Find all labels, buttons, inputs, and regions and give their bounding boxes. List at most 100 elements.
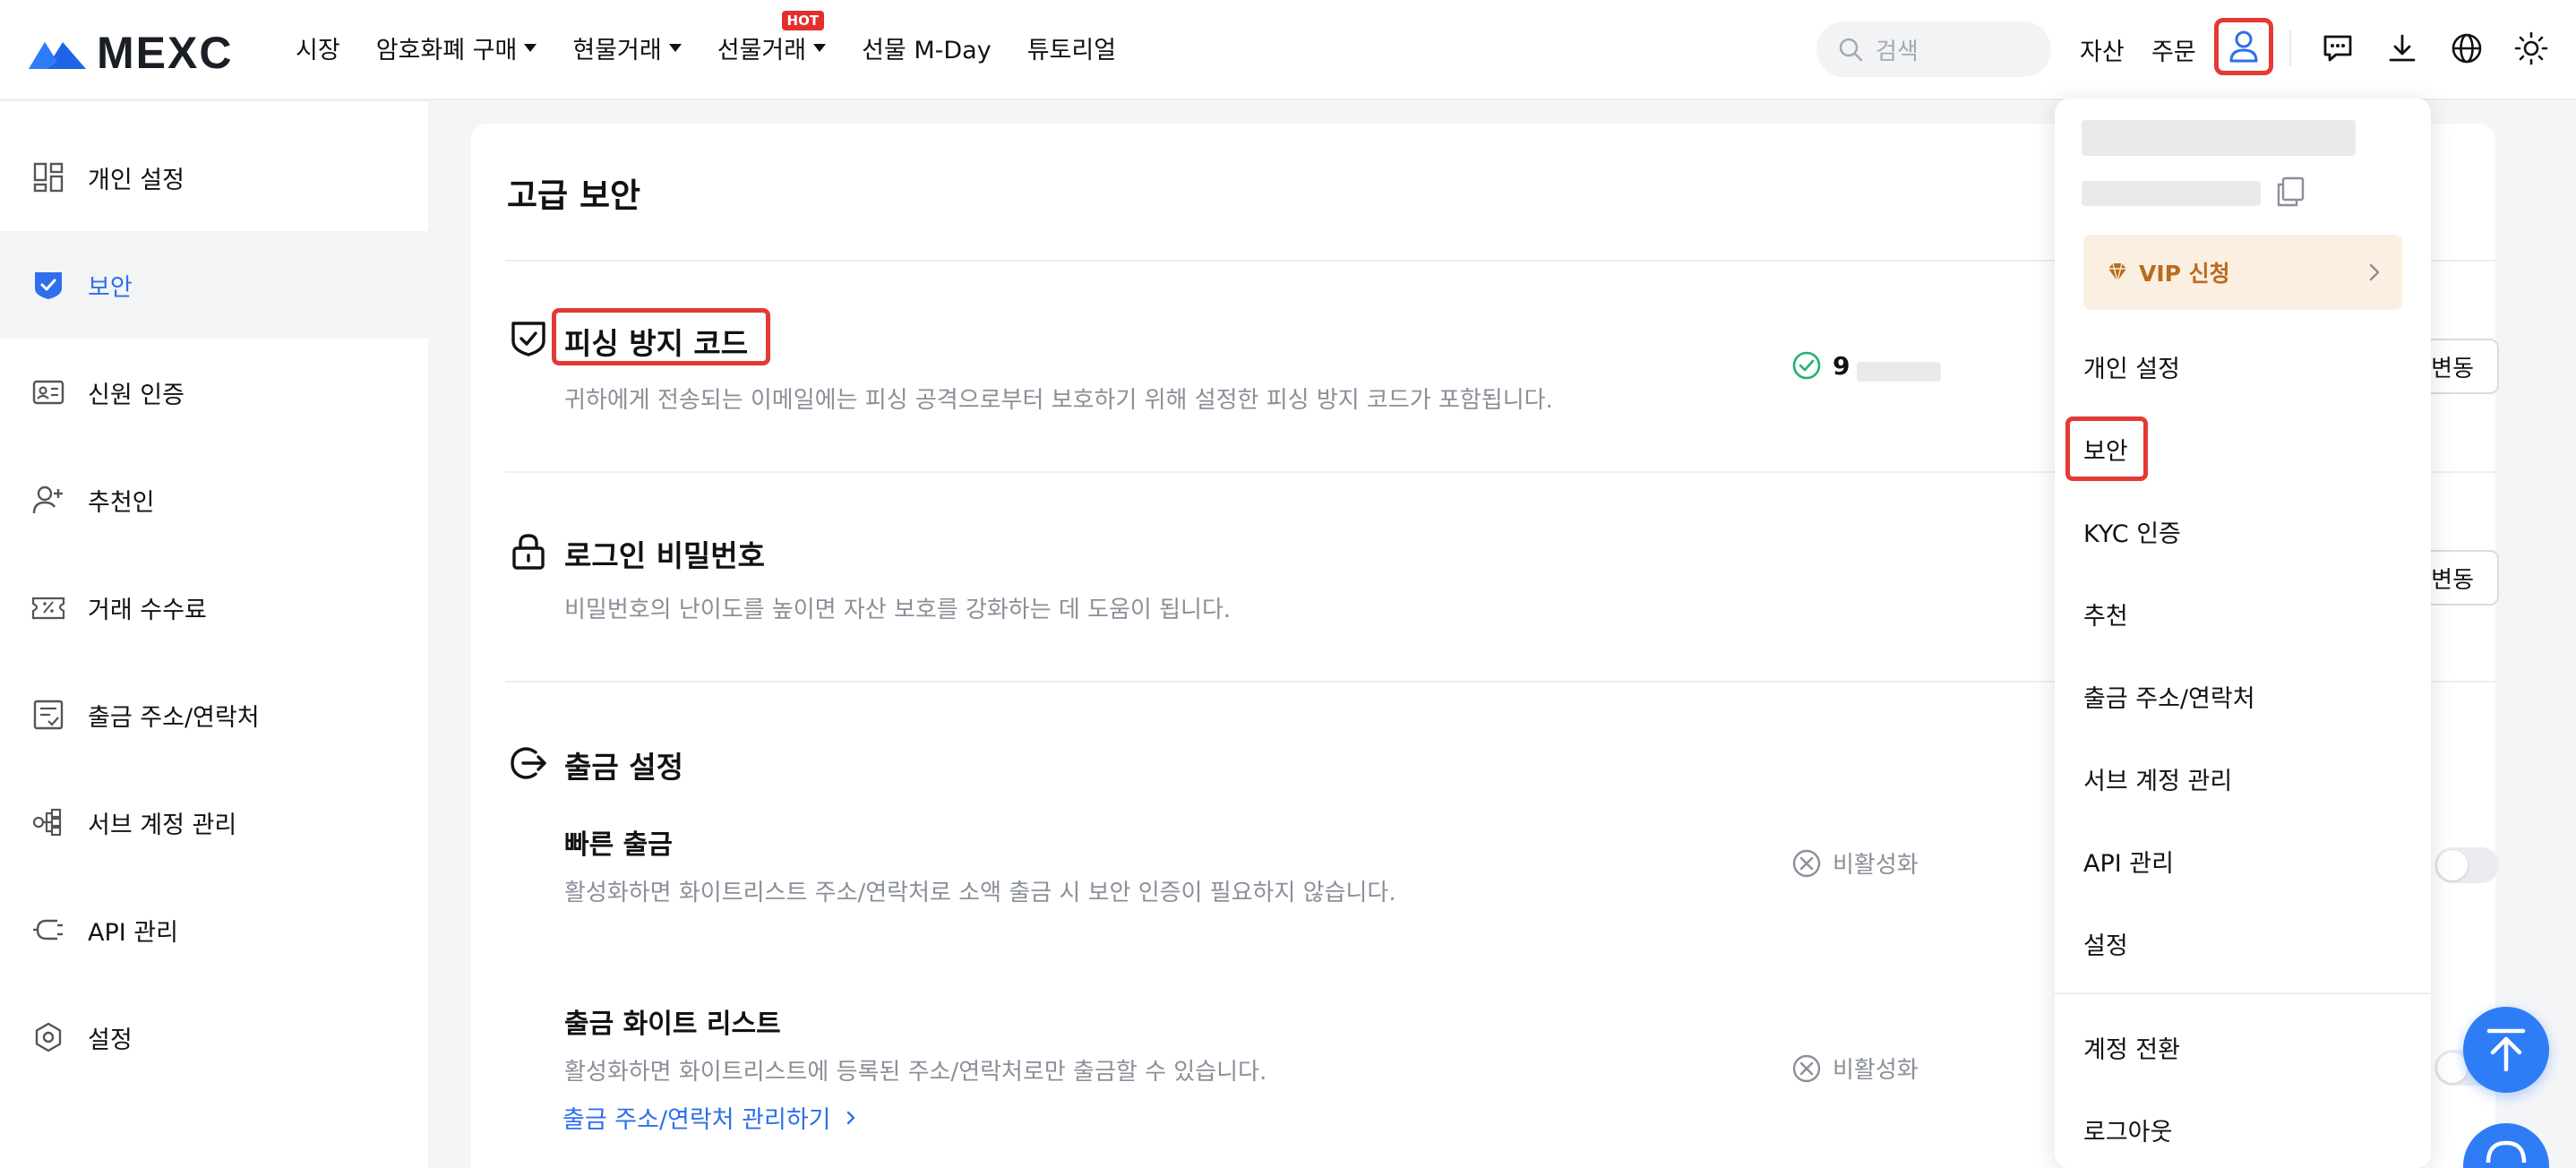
menu-security-highlight — [2065, 417, 2148, 481]
nav-market[interactable]: 시장 — [296, 30, 340, 65]
sidebar-item-label: 보안 — [88, 273, 133, 302]
phishing-code-value: 9 — [1833, 350, 1850, 381]
menu-item-withdrawal-address[interactable]: 출금 주소/연락처 — [2083, 679, 2255, 714]
sidebar-item-withdrawal-address[interactable]: 출금 주소/연락처 — [0, 661, 428, 769]
customer-support-button[interactable] — [2463, 1123, 2549, 1168]
fast-withdrawal-title: 빠른 출금 — [564, 829, 673, 861]
chevron-down-icon — [524, 44, 537, 52]
user-icon — [2229, 30, 2258, 63]
phishing-code-status: 9 — [1791, 349, 1942, 382]
fast-withdrawal-desc: 활성화하면 화이트리스트 주소/연락처로 소액 출금 시 보안 인증이 필요하지… — [564, 880, 1396, 906]
sub-account-icon — [30, 804, 66, 840]
diamond-icon — [2108, 262, 2126, 282]
chat-icon — [2323, 35, 2352, 62]
x-circle-icon — [1792, 849, 1821, 877]
withdrawal-whitelist-title: 출금 화이트 리스트 — [564, 1009, 781, 1040]
sidebar-item-label: 추천인 — [88, 488, 155, 517]
sidebar-item-label: 거래 수수료 — [88, 596, 207, 624]
sidebar-item-api-management[interactable]: API 관리 — [0, 876, 428, 983]
nav-futures-mday[interactable]: 선물 M-Day — [862, 30, 992, 65]
menu-item-referral[interactable]: 추천 — [2083, 597, 2128, 631]
manage-addresses-link-label: 출금 주소/연락처 관리하기 — [562, 1106, 831, 1134]
chevron-right-icon — [846, 1111, 854, 1124]
sidebar-item-security[interactable]: 보안 — [0, 231, 428, 339]
scroll-to-top-button[interactable] — [2463, 1007, 2549, 1093]
sidebar-item-settings[interactable]: 설정 — [0, 983, 428, 1091]
theme-toggle-button[interactable] — [2512, 29, 2551, 68]
logo-text: MEXC — [97, 28, 234, 78]
toolbar-divider — [2289, 30, 2291, 66]
vip-label: VIP 신청 — [2139, 261, 2230, 287]
globe-icon — [2451, 33, 2482, 64]
orders-link[interactable]: 주문 — [2151, 32, 2196, 67]
vip-application-button[interactable]: VIP 신청 — [2083, 235, 2402, 310]
sidebar-item-personal-settings[interactable]: 개인 설정 — [0, 124, 428, 231]
mexc-logo[interactable]: MEXC — [27, 27, 233, 79]
menu-item-personal-settings[interactable]: 개인 설정 — [2083, 349, 2180, 384]
menu-item-switch-account[interactable]: 계정 전환 — [2083, 1030, 2180, 1065]
nav-spot[interactable]: 현물거래 — [572, 30, 682, 65]
x-circle-icon — [1792, 1054, 1821, 1082]
id-card-icon — [30, 374, 66, 410]
personal-settings-icon — [30, 159, 66, 195]
ticket-icon — [30, 589, 66, 625]
language-button[interactable] — [2447, 29, 2486, 68]
withdrawal-whitelist-status: 비활성화 — [1791, 1052, 1919, 1085]
address-book-icon — [30, 697, 66, 733]
sidebar-item-trading-fees[interactable]: 거래 수수료 — [0, 554, 428, 661]
nav-futures-label: 선물거래 — [717, 37, 807, 64]
mexc-mountain-icon — [29, 42, 86, 69]
manage-addresses-link[interactable]: 출금 주소/연락처 관리하기 — [562, 1100, 860, 1135]
add-user-icon — [30, 482, 66, 518]
menu-item-settings[interactable]: 설정 — [2083, 926, 2128, 961]
assets-link[interactable]: 자산 — [2080, 32, 2125, 67]
page-title: 고급 보안 — [507, 176, 641, 215]
arrow-up-icon — [2486, 1028, 2526, 1072]
sidebar-item-label: API 관리 — [88, 918, 178, 947]
search-icon — [1839, 38, 1863, 62]
profile-button[interactable] — [2214, 18, 2273, 75]
nav-futures[interactable]: 선물거래 HOT — [717, 11, 827, 65]
masked-account-name — [2082, 120, 2356, 156]
api-plug-icon — [30, 912, 66, 948]
withdrawal-whitelist-status-text: 비활성화 — [1833, 1057, 1919, 1084]
top-navigation-bar: MEXC 시장 암호화폐 구매 현물거래 선물거래 HOT 선물 M-Day 튜토… — [0, 0, 2576, 100]
message-button[interactable] — [2318, 29, 2357, 68]
login-password-title: 로그인 비밀번호 — [564, 538, 766, 573]
sidebar-item-label: 서브 계정 관리 — [88, 811, 237, 839]
check-circle-icon — [1792, 351, 1821, 380]
copy-icon[interactable] — [2275, 176, 2306, 208]
sidebar-item-referral[interactable]: 추천인 — [0, 446, 428, 554]
download-button[interactable] — [2383, 29, 2422, 68]
login-password-desc: 비밀번호의 난이도를 높이면 자산 보호를 강화하는 데 도움이 됩니다. — [564, 597, 1232, 623]
lock-icon — [512, 534, 545, 570]
sun-icon — [2514, 31, 2548, 65]
sidebar-item-sub-account[interactable]: 서브 계정 관리 — [0, 769, 428, 876]
menu-item-api-management[interactable]: API 관리 — [2083, 844, 2174, 879]
search-placeholder: 검색 — [1876, 38, 1919, 65]
fast-withdrawal-status: 비활성화 — [1791, 846, 1919, 880]
download-icon — [2389, 34, 2416, 62]
nav-futures-mday-label: 선물 M-Day — [862, 37, 992, 64]
withdraw-exit-icon — [511, 747, 546, 779]
hot-badge: HOT — [781, 11, 825, 30]
search-input[interactable]: 검색 — [1816, 21, 2051, 77]
main-nav: 시장 암호화폐 구매 현물거래 선물거래 HOT 선물 M-Day 튜토리얼 — [296, 11, 1152, 65]
menu-item-logout[interactable]: 로그아웃 — [2083, 1112, 2172, 1147]
nav-buy-crypto[interactable]: 암호화폐 구매 — [376, 30, 537, 65]
fast-withdrawal-toggle[interactable] — [2434, 847, 2499, 883]
withdrawal-settings-title: 출금 설정 — [564, 750, 683, 785]
phishing-title-highlight — [552, 308, 770, 365]
nav-market-label: 시장 — [296, 37, 340, 64]
sidebar: 개인 설정 보안 신원 인증 추천인 거래 수수료 출금 주소/연락처 서브 계… — [0, 102, 428, 1168]
settings-hexagon-icon — [30, 1019, 66, 1055]
nav-tutorial[interactable]: 튜토리얼 — [1027, 30, 1116, 65]
phishing-code-desc: 귀하에게 전송되는 이메일에는 피싱 공격으로부터 보호하기 위해 설정한 피싱… — [564, 387, 1553, 414]
chevron-down-icon — [813, 44, 827, 52]
sidebar-item-label: 출금 주소/연락처 — [88, 703, 260, 732]
sidebar-item-label: 설정 — [88, 1026, 133, 1054]
sidebar-item-identity-verification[interactable]: 신원 인증 — [0, 339, 428, 446]
menu-item-sub-account[interactable]: 서브 계정 관리 — [2083, 761, 2232, 796]
nav-spot-label: 현물거래 — [572, 37, 662, 64]
menu-item-kyc[interactable]: KYC 인증 — [2083, 514, 2181, 549]
